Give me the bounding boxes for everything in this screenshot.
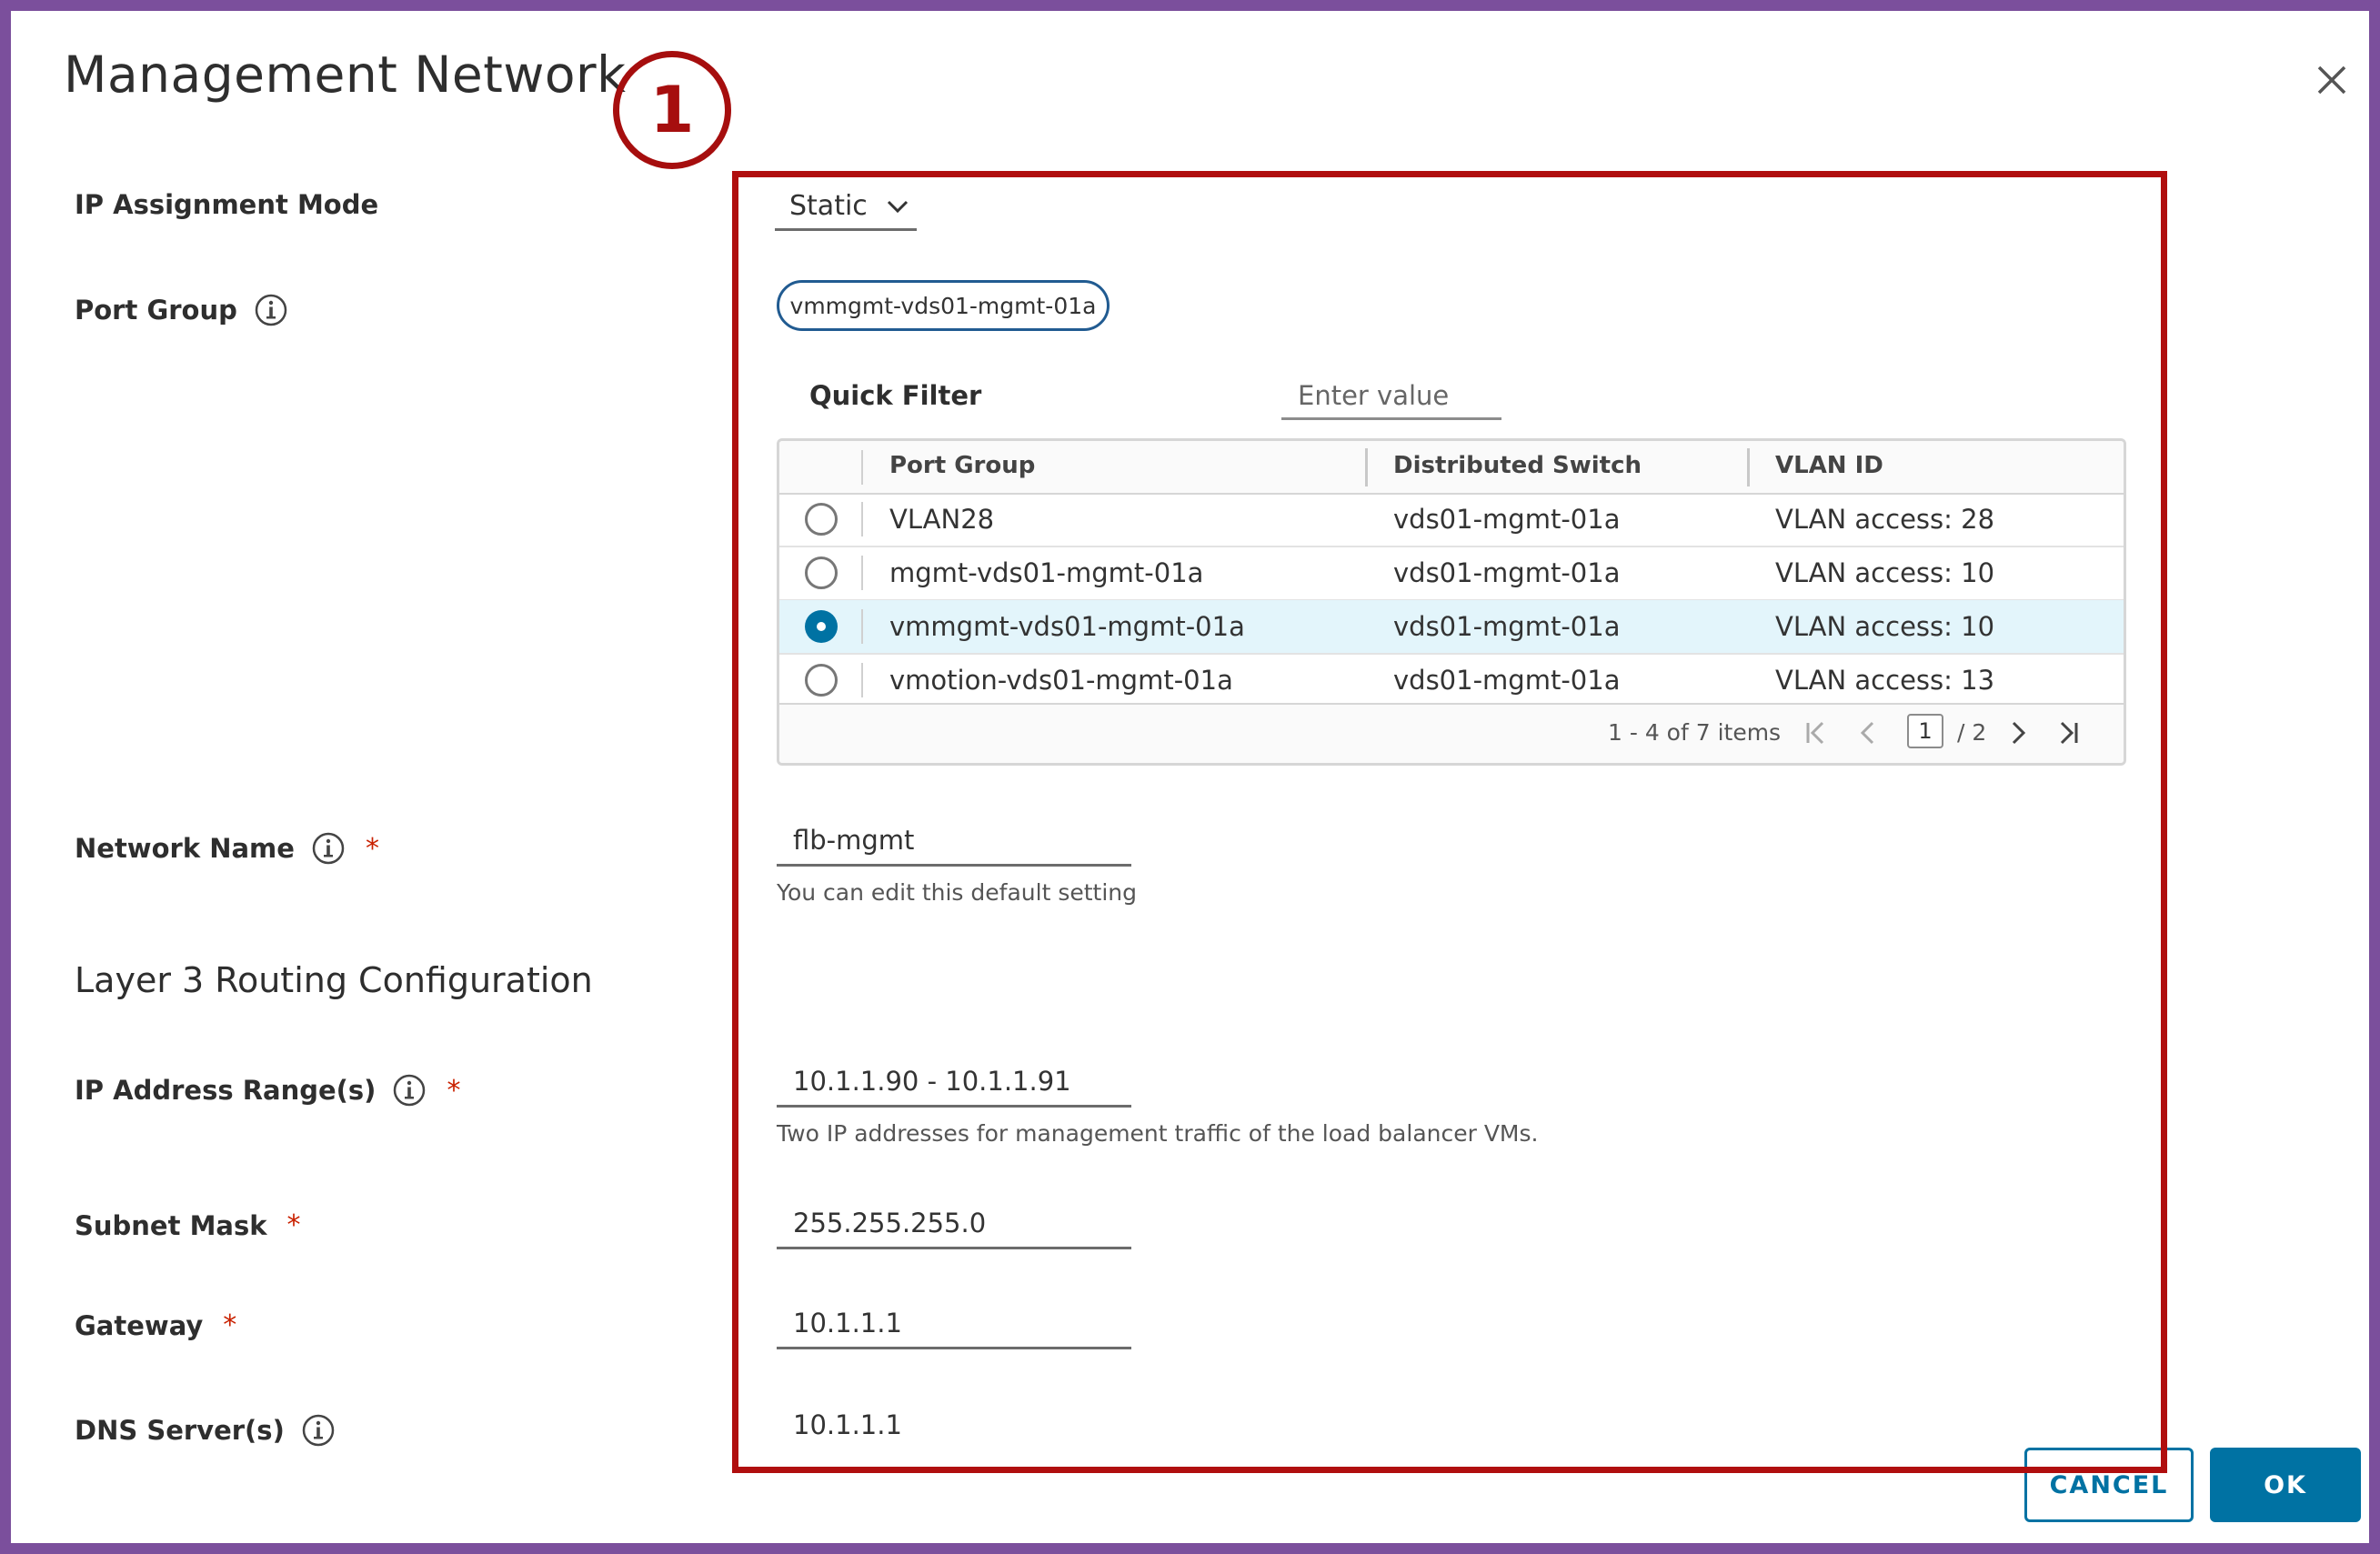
network-name-label: Network Name * — [75, 831, 379, 866]
column-divider — [861, 609, 863, 644]
quick-filter-label: Quick Filter — [809, 380, 982, 411]
ip-range-label-text: IP Address Range(s) — [75, 1075, 377, 1106]
column-header-vlan-id[interactable]: VLAN ID — [1775, 452, 1883, 479]
table-row[interactable]: mgmt-vds01-mgmt-01a vds01-mgmt-01a VLAN … — [779, 546, 2124, 601]
cell-distributed-switch: vds01-mgmt-01a — [1393, 665, 1621, 696]
close-icon[interactable] — [2310, 58, 2354, 102]
ip-range-label: IP Address Range(s) * — [75, 1073, 460, 1108]
port-group-label-text: Port Group — [75, 295, 237, 326]
row-radio[interactable] — [805, 556, 838, 589]
info-icon[interactable] — [301, 1413, 336, 1448]
table-row[interactable]: vmotion-vds01-mgmt-01a vds01-mgmt-01a VL… — [779, 654, 2124, 708]
column-divider — [861, 502, 863, 536]
column-divider — [861, 663, 863, 697]
ok-button[interactable]: OK — [2210, 1448, 2361, 1522]
layer3-heading: Layer 3 Routing Configuration — [75, 960, 593, 1000]
gateway-label: Gateway * — [75, 1309, 236, 1341]
cell-vlan-id: VLAN access: 13 — [1775, 665, 1995, 696]
subnet-mask-input[interactable]: 255.255.255.0 — [777, 1199, 1131, 1249]
next-page-icon[interactable] — [2003, 717, 2034, 748]
last-page-icon[interactable] — [2053, 717, 2084, 748]
cell-distributed-switch: vds01-mgmt-01a — [1393, 504, 1621, 535]
gateway-input[interactable]: 10.1.1.1 — [777, 1299, 1131, 1349]
cell-port-group: vmmgmt-vds01-mgmt-01a — [889, 611, 1245, 642]
cell-vlan-id: VLAN access: 10 — [1775, 611, 1995, 642]
ip-mode-value: Static — [789, 190, 868, 222]
step-badge: 1 — [613, 51, 731, 169]
cancel-button[interactable]: CANCEL — [2024, 1448, 2194, 1522]
network-name-label-text: Network Name — [75, 833, 295, 864]
page-total: / 2 — [1957, 719, 1987, 746]
ip-assignment-mode-label-text: IP Assignment Mode — [75, 189, 379, 220]
ip-range-helper: Two IP addresses for management traffic … — [777, 1120, 1539, 1147]
row-radio[interactable] — [805, 503, 838, 536]
required-asterisk: * — [447, 1074, 461, 1107]
dialog-frame: Management Network 1 IP Assignment Mode … — [0, 0, 2380, 1554]
pagination-count: 1 - 4 of 7 items — [1608, 719, 1782, 746]
dns-servers-input[interactable]: 10.1.1.1 — [777, 1399, 1131, 1449]
table-row-selected[interactable]: vmmgmt-vds01-mgmt-01a vds01-mgmt-01a VLA… — [779, 600, 2124, 655]
port-group-chip[interactable]: vmmgmt-vds01-mgmt-01a — [777, 280, 1110, 331]
table-row[interactable]: VLAN28 vds01-mgmt-01a VLAN access: 28 — [779, 493, 2124, 547]
column-header-port-group[interactable]: Port Group — [889, 452, 1035, 479]
cell-vlan-id: VLAN access: 28 — [1775, 504, 1995, 535]
ip-mode-select[interactable]: Static — [775, 184, 917, 231]
quick-filter-input[interactable] — [1281, 373, 1501, 420]
subnet-mask-label-text: Subnet Mask — [75, 1209, 267, 1241]
table-header: Port Group Distributed Switch VLAN ID — [779, 441, 2124, 495]
network-name-input[interactable]: flb-mgmt — [777, 817, 1131, 867]
column-divider — [861, 450, 863, 485]
info-icon[interactable] — [392, 1073, 427, 1108]
column-header-distributed-switch[interactable]: Distributed Switch — [1393, 452, 1642, 479]
row-radio[interactable] — [805, 664, 838, 697]
page-number-input[interactable]: 1 — [1907, 714, 1943, 748]
cell-port-group: VLAN28 — [889, 504, 995, 535]
subnet-mask-label: Subnet Mask * — [75, 1209, 301, 1241]
required-asterisk: * — [365, 832, 379, 865]
ip-assignment-mode-label: IP Assignment Mode — [75, 189, 378, 220]
cell-distributed-switch: vds01-mgmt-01a — [1393, 611, 1621, 642]
cell-port-group: vmotion-vds01-mgmt-01a — [889, 665, 1233, 696]
column-divider — [861, 556, 863, 590]
dns-servers-label-text: DNS Server(s) — [75, 1415, 285, 1446]
required-asterisk: * — [286, 1209, 301, 1241]
port-group-table: Port Group Distributed Switch VLAN ID VL… — [777, 438, 2126, 766]
cell-port-group: mgmt-vds01-mgmt-01a — [889, 557, 1204, 588]
row-radio-selected[interactable] — [805, 610, 838, 643]
info-icon[interactable] — [311, 831, 346, 866]
cell-distributed-switch: vds01-mgmt-01a — [1393, 557, 1621, 588]
network-name-helper: You can edit this default setting — [777, 879, 1137, 906]
port-group-label: Port Group — [75, 293, 288, 327]
cell-vlan-id: VLAN access: 10 — [1775, 557, 1995, 588]
first-page-icon[interactable] — [1801, 717, 1832, 748]
info-icon[interactable] — [254, 293, 288, 327]
table-pagination: 1 - 4 of 7 items 1 / 2 — [779, 703, 2124, 763]
previous-page-icon[interactable] — [1853, 717, 1883, 748]
gateway-label-text: Gateway — [75, 1309, 204, 1341]
chevron-down-icon — [887, 200, 908, 213]
dns-servers-label: DNS Server(s) — [75, 1413, 336, 1448]
required-asterisk: * — [223, 1309, 237, 1341]
ip-range-input[interactable]: 10.1.1.90 - 10.1.1.91 — [777, 1058, 1131, 1108]
column-resizer[interactable] — [1365, 448, 1368, 486]
dialog-title: Management Network — [64, 45, 627, 104]
column-resizer[interactable] — [1747, 448, 1750, 486]
